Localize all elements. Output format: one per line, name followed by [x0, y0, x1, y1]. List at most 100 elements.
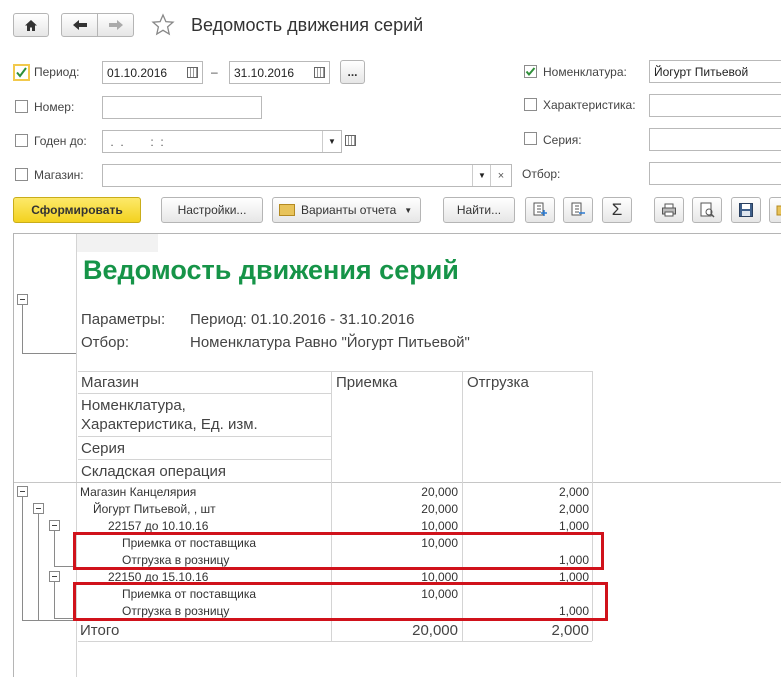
expiry-input[interactable]: . . : : ▼ — [102, 130, 342, 153]
save-button[interactable] — [731, 197, 761, 223]
expand-tree-icon — [533, 202, 547, 216]
characteristic-input[interactable] — [649, 94, 781, 117]
more-actions-button[interactable] — [769, 197, 781, 223]
favorite-star-icon[interactable] — [151, 13, 175, 37]
header-nomenclature-line2: Характеристика, Ед. изм. — [81, 416, 258, 433]
collapse-nomenclature-toggle[interactable] — [33, 503, 44, 514]
expiry-checkbox[interactable] — [15, 134, 28, 147]
sum-button[interactable]: Σ — [602, 197, 632, 223]
nomenclature-value: Йогурт Питьевой — [654, 64, 749, 79]
series-input[interactable] — [649, 128, 781, 151]
folder-icon — [776, 205, 781, 216]
selection-label: Отбор: — [522, 167, 561, 181]
table-row-shipment: 1,000 — [558, 519, 589, 533]
period-to-value: 31.10.2016 — [234, 65, 295, 80]
chevron-down-icon[interactable]: ▼ — [322, 131, 341, 152]
folder-icon — [279, 204, 295, 216]
home-icon — [25, 19, 37, 31]
print-button[interactable] — [654, 197, 684, 223]
store-input[interactable]: ▼ × — [102, 164, 512, 187]
period-label: Период: — [34, 65, 80, 79]
nomenclature-checkbox[interactable] — [524, 65, 537, 78]
find-button[interactable]: Найти... — [443, 197, 515, 223]
header-store: Магазин — [81, 374, 139, 391]
number-checkbox[interactable] — [15, 100, 28, 113]
tree-line — [54, 582, 55, 618]
period-dash: – — [211, 65, 218, 79]
store-checkbox[interactable] — [15, 168, 28, 181]
store-label: Магазин: — [34, 168, 84, 182]
period-select-button[interactable]: ... — [340, 60, 365, 84]
tree-line — [22, 305, 23, 353]
collapse-store-toggle[interactable] — [17, 486, 28, 497]
selection-input[interactable] — [649, 162, 781, 185]
print-preview-icon — [700, 202, 715, 218]
collapse-header-toggle[interactable] — [17, 294, 28, 305]
nomenclature-input[interactable]: Йогурт Питьевой — [649, 60, 781, 83]
checkmark-icon — [524, 65, 537, 78]
table-row-shipment: 2,000 — [558, 502, 589, 516]
characteristic-checkbox[interactable] — [524, 98, 537, 111]
period-to-input[interactable]: 31.10.2016 — [229, 61, 330, 84]
series-checkbox[interactable] — [524, 132, 537, 145]
generate-button[interactable]: Сформировать — [13, 197, 141, 223]
collapse-series-toggle[interactable] — [49, 571, 60, 582]
tree-line — [38, 620, 40, 621]
back-button[interactable] — [61, 13, 98, 37]
table-row-receipt: 10,000 — [421, 519, 458, 533]
home-button[interactable] — [13, 13, 49, 37]
tree-line — [38, 514, 39, 620]
report-variants-button[interactable]: Варианты отчета ▼ — [272, 197, 421, 223]
total-bottom-line — [78, 641, 592, 642]
tree-line — [22, 353, 76, 354]
header-receipt: Приемка — [336, 374, 398, 391]
calendar-icon[interactable] — [345, 135, 356, 146]
expiry-label: Годен до: — [34, 134, 87, 148]
window-title: Ведомость движения серий — [191, 15, 424, 35]
expiry-value: . . : : — [107, 134, 164, 149]
report-corner-cell — [77, 234, 158, 252]
preview-button[interactable] — [692, 197, 722, 223]
clear-icon[interactable]: × — [490, 165, 511, 186]
header-row-line — [78, 393, 331, 394]
chevron-down-icon: ▼ — [404, 205, 413, 215]
header-row-line — [78, 436, 331, 437]
total-shipment: 2,000 — [551, 622, 589, 639]
filter-value: Номенклатура Равно "Йогурт Питьевой" — [190, 334, 470, 351]
chevron-down-icon[interactable]: ▼ — [472, 165, 491, 186]
table-row-label: Магазин Канцелярия — [80, 485, 197, 499]
checkmark-icon — [16, 67, 27, 78]
highlight-box — [73, 582, 608, 621]
collapse-groups-button[interactable] — [563, 197, 593, 223]
calendar-icon[interactable] — [187, 67, 198, 78]
characteristic-label: Характеристика: — [543, 98, 636, 112]
header-series: Серия — [81, 440, 126, 457]
report-title: Ведомость движения серий — [83, 255, 459, 285]
table-row-shipment: 2,000 — [558, 485, 589, 499]
table-row-label: 22157 до 10.10.16 — [108, 519, 209, 533]
number-input[interactable] — [102, 96, 262, 119]
header-nomenclature: Номенклатура, — [81, 397, 186, 414]
collapse-series-toggle[interactable] — [49, 520, 60, 531]
calendar-icon[interactable] — [314, 67, 325, 78]
period-checkbox[interactable] — [13, 64, 30, 81]
series-label: Серия: — [543, 133, 582, 147]
settings-button[interactable]: Настройки... — [161, 197, 263, 223]
arrow-left-icon — [72, 20, 87, 30]
params-label: Параметры: — [81, 311, 166, 328]
params-value: Период: 01.10.2016 - 31.10.2016 — [190, 311, 415, 328]
collapse-tree-icon — [571, 202, 585, 216]
header-row-line — [78, 459, 331, 460]
number-label: Номер: — [34, 100, 75, 114]
nomenclature-label: Номенклатура: — [543, 65, 627, 79]
period-from-input[interactable]: 01.10.2016 — [102, 61, 203, 84]
table-row-receipt: 20,000 — [421, 485, 458, 499]
tree-line — [54, 531, 55, 566]
printer-icon — [662, 203, 676, 217]
floppy-disk-icon — [739, 203, 753, 217]
total-label: Итого — [80, 622, 120, 639]
header-shipment: Отгрузка — [467, 374, 529, 391]
expand-groups-button[interactable] — [525, 197, 555, 223]
highlight-box — [73, 532, 604, 570]
forward-button[interactable] — [97, 13, 134, 37]
